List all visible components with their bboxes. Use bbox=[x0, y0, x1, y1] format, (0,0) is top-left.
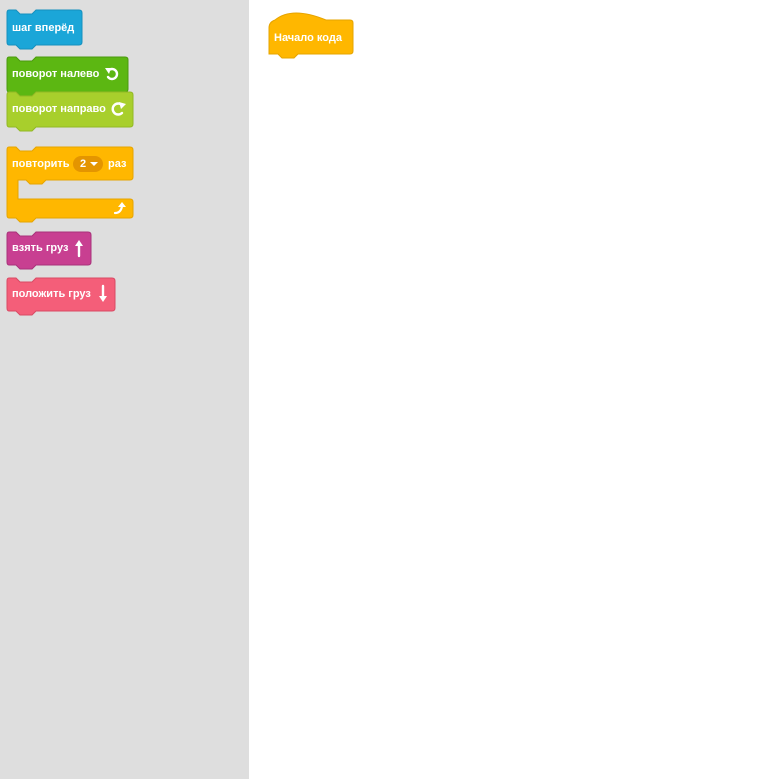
loop-arrow-icon bbox=[113, 202, 126, 215]
block-toolbox: шаг вперёд поворот налево поворот направ… bbox=[0, 0, 249, 779]
turn-left-block[interactable]: поворот налево bbox=[6, 56, 129, 97]
arrow-up-icon bbox=[75, 240, 83, 258]
code-workspace[interactable]: Начало кода bbox=[249, 0, 757, 779]
put-down-cargo-label: положить груз bbox=[12, 288, 91, 300]
turn-left-label: поворот налево bbox=[12, 68, 100, 80]
turn-right-icon bbox=[111, 102, 126, 116]
repeat-count-value: 2 bbox=[80, 158, 87, 170]
turn-right-block[interactable]: поворот направо bbox=[6, 91, 134, 132]
chevron-down-icon bbox=[90, 162, 98, 166]
turn-left-icon bbox=[105, 67, 119, 81]
move-forward-block[interactable]: шаг вперёд bbox=[6, 9, 83, 50]
turn-right-label: поворот направо bbox=[12, 103, 106, 115]
repeat-label-before: повторить bbox=[12, 158, 70, 170]
move-forward-label: шаг вперёд bbox=[12, 22, 75, 34]
start-code-label: Начало кода bbox=[274, 32, 342, 44]
pick-up-cargo-block[interactable]: взять груз bbox=[6, 231, 92, 270]
repeat-label-after: раз bbox=[108, 158, 127, 170]
put-down-cargo-block[interactable]: положить груз bbox=[6, 277, 116, 316]
start-code-block[interactable]: Начало кода bbox=[268, 10, 354, 60]
arrow-down-icon bbox=[99, 284, 107, 302]
repeat-count-dropdown[interactable]: 2 bbox=[73, 156, 103, 172]
pick-up-cargo-label: взять груз bbox=[12, 242, 69, 254]
repeat-block[interactable]: повторить 2 раз bbox=[6, 146, 134, 225]
